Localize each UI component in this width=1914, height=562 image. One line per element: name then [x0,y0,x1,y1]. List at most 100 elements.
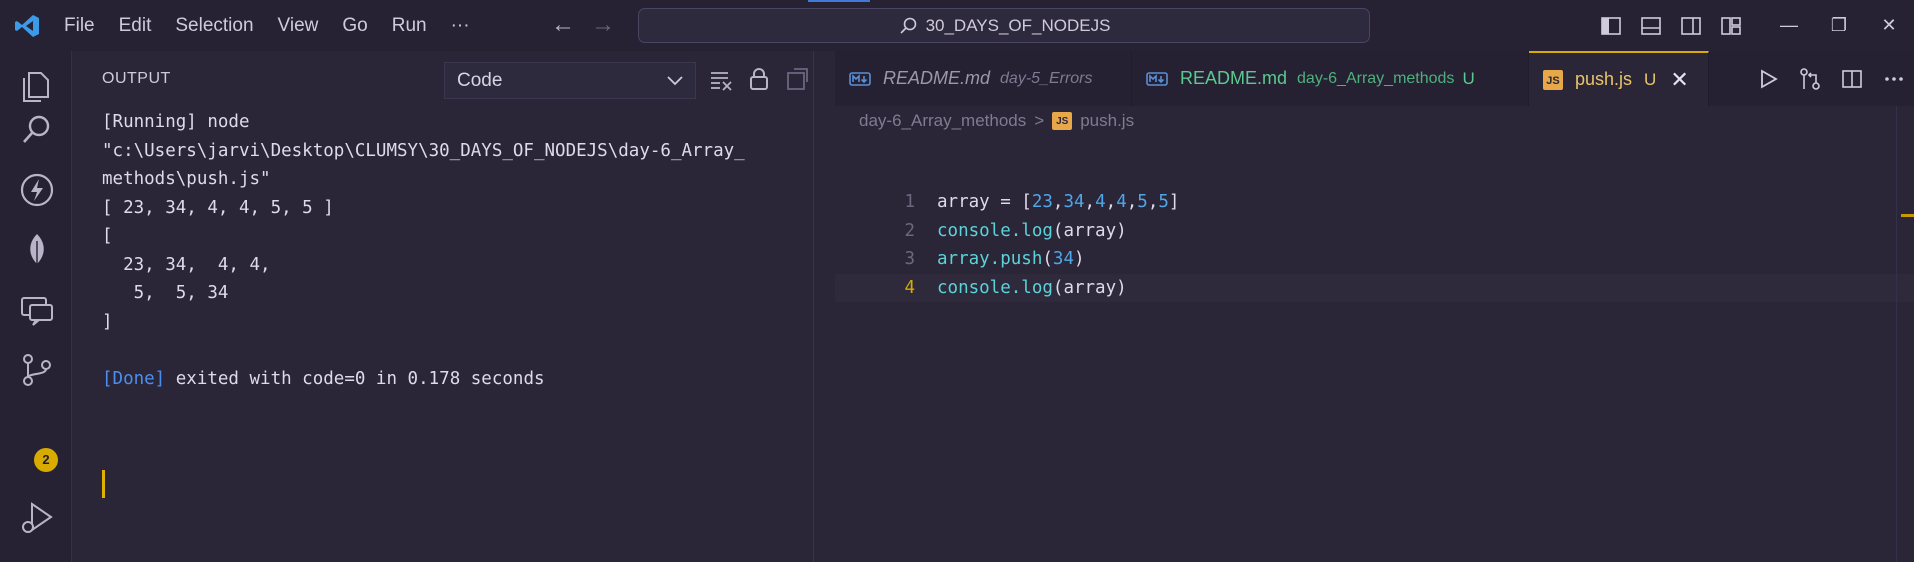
search-icon[interactable] [18,111,56,149]
output-actions [708,66,810,92]
breadcrumb-file[interactable]: push.js [1080,111,1134,131]
code-token: array.push [937,249,1043,269]
back-arrow-icon[interactable]: ← [550,12,576,38]
explorer-icon[interactable] [18,67,56,105]
breadcrumb: day-6_Array_methods > JS push.js [859,111,1134,131]
code-token: ) [1116,277,1127,298]
code-token: 5 [1158,192,1169,212]
search-icon [899,17,916,34]
text-cursor [102,470,105,498]
done-message: exited with code=0 in 0.178 seconds [165,368,545,389]
tab-push-js[interactable]: JS push.js U ✕ [1529,51,1709,106]
line-source: array = [23,34,4,4,5,5] [937,188,1179,217]
output-line: [ [102,226,113,246]
forward-arrow-icon[interactable]: → [590,12,616,38]
code-token: , [1052,192,1064,212]
output-channel-select[interactable]: Code [444,62,696,99]
tab-label: README.md [883,68,991,88]
run-debug-icon[interactable] [18,499,56,537]
command-center-label: 30_DAYS_OF_NODEJS [925,15,1111,35]
code-token: console.log [937,220,1053,241]
toggle-primary-sidebar-icon[interactable] [1598,13,1624,39]
tab-label: push.js [1575,69,1633,89]
code-line: 2 console.log(array) [835,217,1914,246]
close-tab-icon[interactable]: ✕ [1670,67,1688,93]
title-accent-line [808,0,870,2]
code-token: array [937,192,990,212]
code-token: 34 [1063,192,1085,212]
output-line: methods\push.js" [102,169,271,189]
code-token: = [989,192,1022,212]
menu-file[interactable]: File [52,0,107,51]
menu-selection[interactable]: Selection [163,0,265,51]
code-token: ) [1116,220,1127,241]
untracked-badge: U [1644,69,1657,89]
code-line: 3 array.push(34) [835,245,1914,274]
tab-description: day-5_Errors [1000,69,1093,87]
menu-run[interactable]: Run [380,0,439,51]
remote-explorer-icon[interactable] [18,291,56,329]
output-done-line: [Done] exited with code=0 in 0.178 secon… [102,365,802,394]
mongodb-leaf-icon[interactable] [18,231,56,269]
javascript-file-icon: JS [1543,69,1563,90]
output-line: [Running] node [102,112,250,132]
code-token: , [1126,192,1138,212]
menu-view[interactable]: View [266,0,331,51]
code-token: [ [1021,192,1032,212]
minimize-button[interactable]: — [1764,0,1814,51]
code-token: 4 [1116,192,1127,212]
open-output-in-editor-icon[interactable] [784,66,810,92]
markdown-file-icon [1146,71,1168,86]
lock-scroll-icon[interactable] [746,66,772,92]
code-area[interactable]: 1 array = [23,34,4,4,5,5] 2 console.log(… [835,188,1914,302]
done-tag: [Done] [102,368,166,389]
source-control-icon[interactable] [18,351,56,389]
more-actions-icon[interactable] [1881,66,1907,92]
code-token: 34 [1052,249,1074,269]
restore-button[interactable]: ❐ [1814,0,1864,51]
activity-bar: 2 [0,51,72,562]
menu-more[interactable]: ··· [439,0,482,51]
untracked-badge: U [1462,68,1475,88]
code-token: console.log [937,277,1053,298]
clear-output-icon[interactable] [708,66,734,92]
output-line: 23, 34, 4, 4, [102,254,271,275]
code-token: array [1063,277,1117,298]
vscode-logo-icon[interactable] [14,13,40,39]
code-token: array [1063,220,1117,241]
open-changes-icon[interactable] [1797,66,1823,92]
output-line: ] [102,311,113,332]
run-code-icon[interactable] [1755,66,1781,92]
thunder-client-icon[interactable] [18,171,56,209]
output-line: "c:\Users\jarvi\Desktop\CLUMSY\30_DAYS_O… [102,140,745,161]
code-token: , [1084,192,1096,212]
close-window-button[interactable]: ✕ [1864,0,1914,51]
split-editor-icon[interactable] [1839,66,1865,92]
editor-group: README.md day-5_Errors README.md day-6_A… [835,51,1914,562]
breadcrumb-folder[interactable]: day-6_Array_methods [859,111,1026,131]
source-control-badge: 2 [34,448,58,472]
tab-readme-day5[interactable]: README.md day-5_Errors [835,51,1132,106]
code-token: ) [1073,249,1085,269]
code-line: 1 array = [23,34,4,4,5,5] [835,188,1914,217]
title-bar: File Edit Selection View Go Run ··· ← → … [0,0,1914,51]
editor-scrollbar[interactable] [1896,106,1897,562]
editor-tabs: README.md day-5_Errors README.md day-6_A… [835,51,1914,106]
breadcrumb-separator: > [1034,111,1045,130]
toggle-panel-icon[interactable] [1638,13,1664,39]
menu-go[interactable]: Go [330,0,379,51]
window-controls: — ❐ ✕ [1764,0,1914,51]
code-token: ( [1052,220,1064,241]
panel-splitter[interactable] [813,51,835,562]
code-token: 4 [1095,192,1106,212]
overview-ruler-marker [1901,214,1914,217]
navigation-arrows: ← → [550,12,616,38]
line-source: array.push(34) [937,245,1085,274]
code-token: ( [1052,277,1064,298]
customize-layout-icon[interactable] [1718,13,1744,39]
command-center-search[interactable]: 30_DAYS_OF_NODEJS [638,8,1370,43]
menu-edit[interactable]: Edit [107,0,164,51]
tab-readme-day6[interactable]: README.md day-6_Array_methods U [1132,51,1529,106]
toggle-secondary-sidebar-icon[interactable] [1678,13,1704,39]
